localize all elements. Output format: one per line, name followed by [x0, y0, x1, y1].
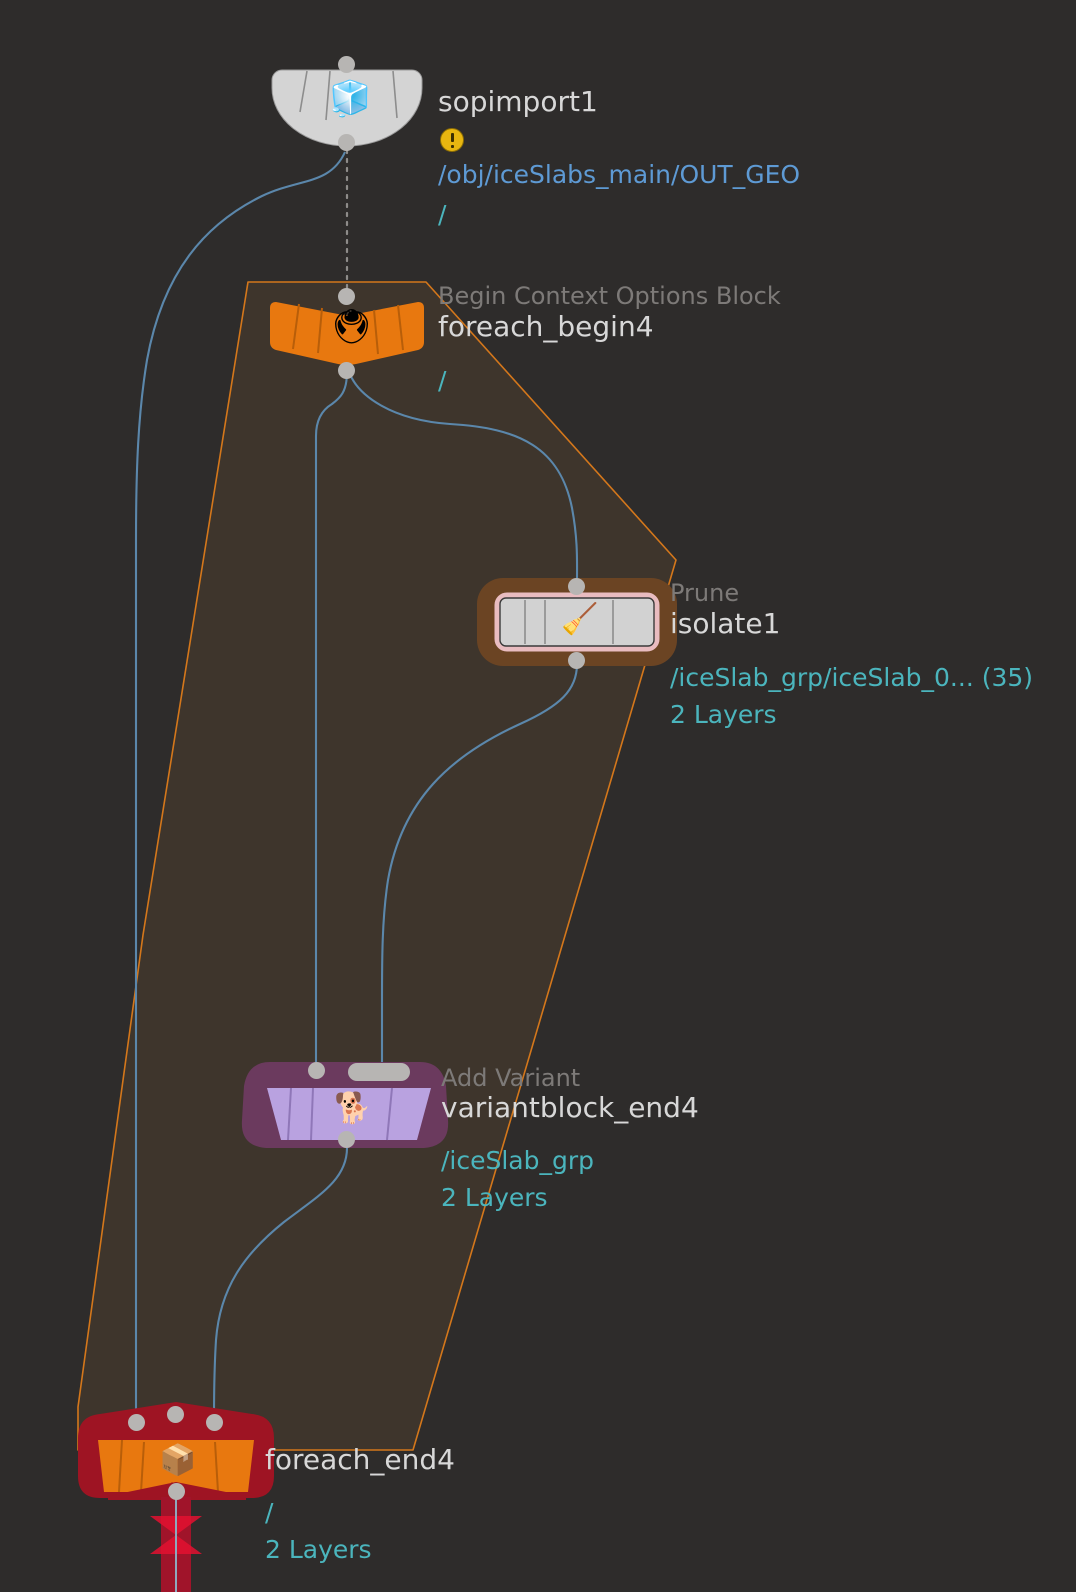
node-path-sopimport1-primary: /obj/iceSlabs_main/OUT_GEO: [438, 160, 801, 189]
node-subtitle-variantblock-end4: Add Variant: [441, 1064, 581, 1092]
node-label-foreach-begin4: foreach_begin4: [438, 310, 654, 343]
node-path-isolate1-primary: /iceSlab_grp/iceSlab_0... (35): [670, 663, 1034, 692]
node-label-sopimport1: sopimport1: [438, 85, 598, 118]
node-label-foreach-end4: foreach_end4: [265, 1443, 455, 1476]
node-subtitle-foreach-begin4: Begin Context Options Block: [438, 282, 781, 310]
node-path-variantblock-end4-primary: /iceSlab_grp: [441, 1146, 595, 1175]
node-label-variantblock-end4: variantblock_end4: [441, 1091, 699, 1124]
warning-badge-icon[interactable]: [440, 128, 464, 152]
node-graph-canvas[interactable]: 🧊 🖲 🧹 🐕 📦 sopimport1 /obj/iceSlabs_main/…: [0, 0, 1076, 1592]
node-path-foreach-end4-primary: /: [265, 1498, 274, 1527]
node-path-foreach-begin4-primary: /: [438, 366, 447, 395]
node-path-isolate1-secondary: 2 Layers: [670, 700, 777, 729]
node-label-isolate1: isolate1: [670, 607, 781, 640]
node-path-foreach-end4-secondary: 2 Layers: [265, 1535, 372, 1564]
label-layer: sopimport1 /obj/iceSlabs_main/OUT_GEO / …: [0, 0, 1076, 1592]
node-path-sopimport1-secondary: /: [438, 200, 447, 229]
node-subtitle-isolate1: Prune: [670, 579, 740, 607]
node-path-variantblock-end4-secondary: 2 Layers: [441, 1183, 548, 1212]
